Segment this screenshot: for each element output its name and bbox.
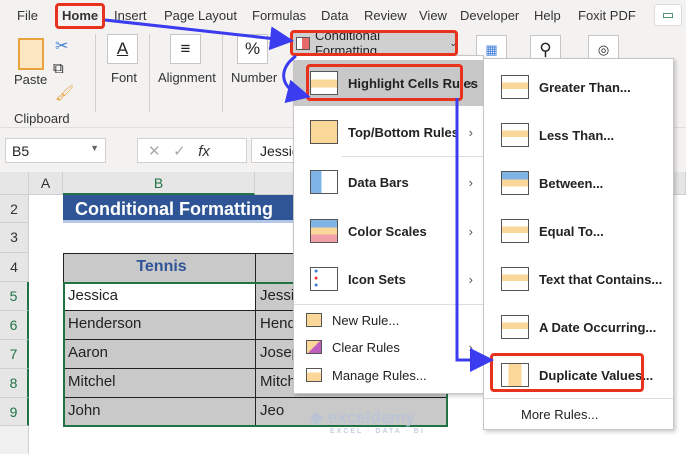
annotation-arrows: [104, 18, 494, 372]
